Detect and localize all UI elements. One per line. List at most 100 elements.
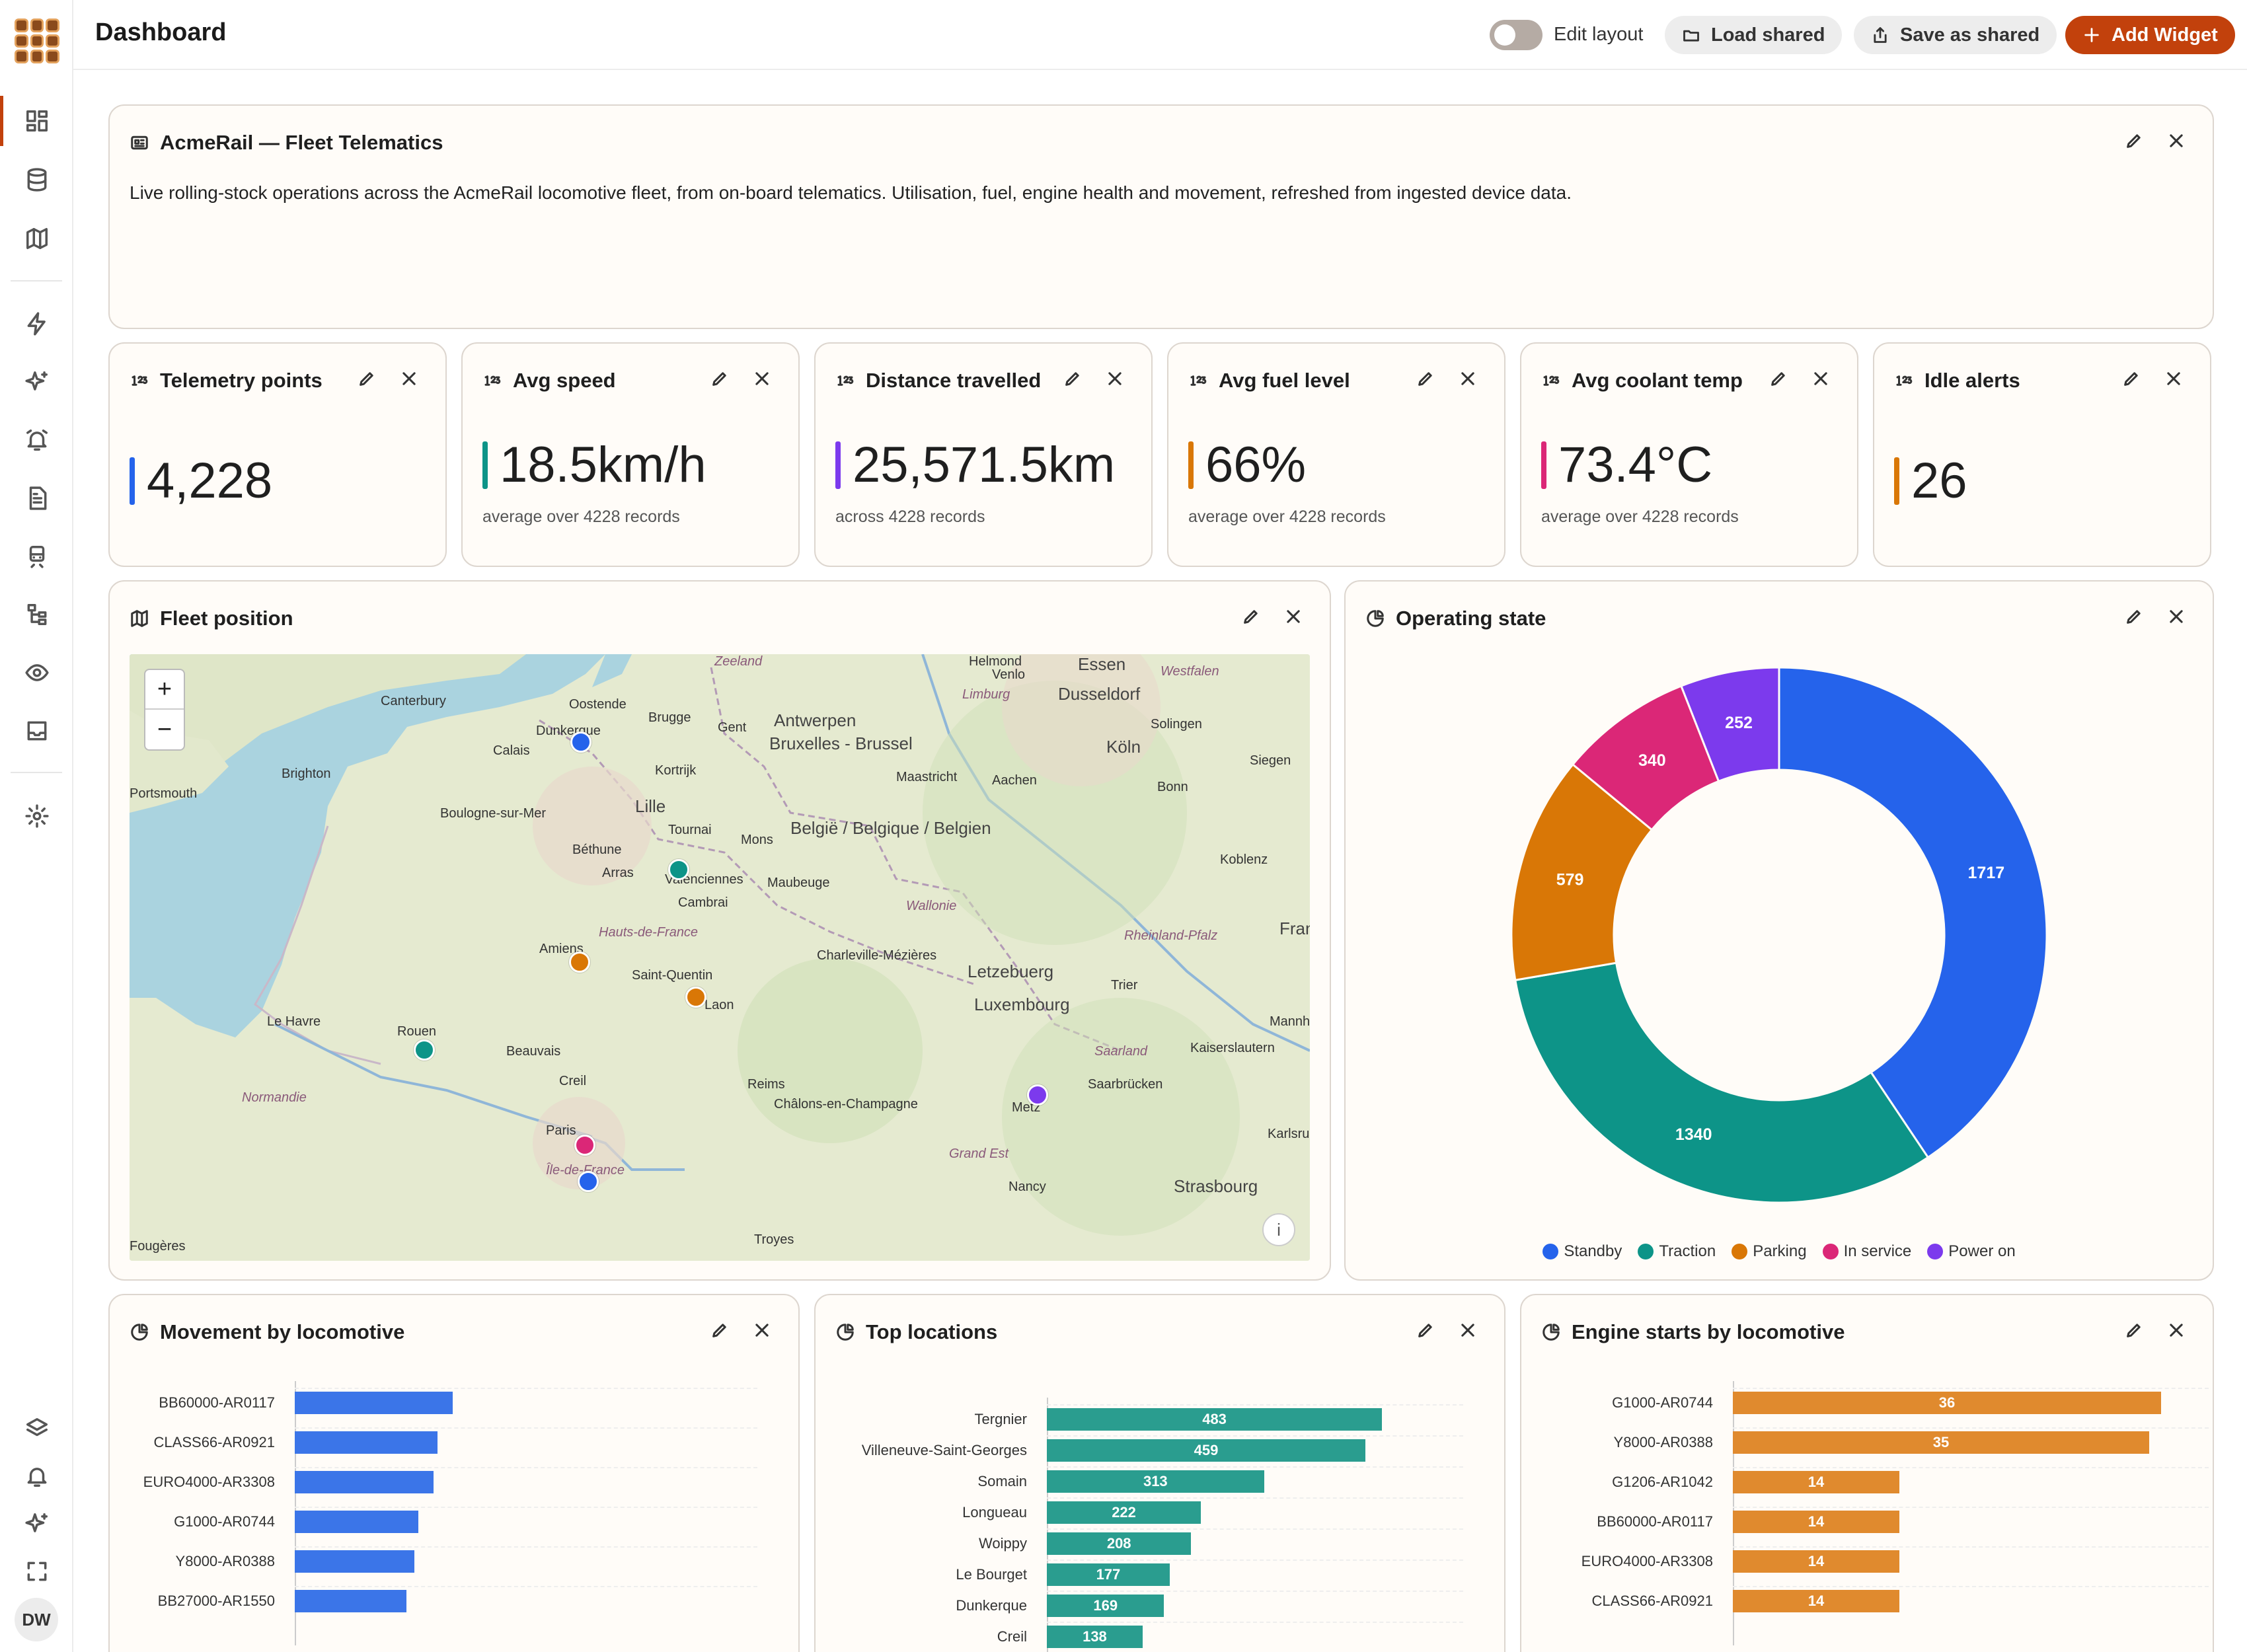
zoom-out-button[interactable]: − xyxy=(145,710,184,749)
edit-widget-button[interactable] xyxy=(2121,369,2141,389)
kpi-value-text: 18.5km/h xyxy=(500,437,706,493)
number-icon xyxy=(1896,375,1913,386)
legend-item[interactable]: Power on xyxy=(1927,1242,2016,1261)
train-icon[interactable] xyxy=(19,538,56,575)
kpi-value: 66% xyxy=(1188,436,1306,494)
locomotive-marker[interactable] xyxy=(414,1039,435,1061)
bar[interactable] xyxy=(295,1590,407,1612)
eye-icon[interactable] xyxy=(19,654,56,691)
hierarchy-icon[interactable] xyxy=(19,596,56,633)
edit-widget-button[interactable] xyxy=(2124,1320,2144,1340)
edit-widget-button[interactable] xyxy=(1416,1320,1435,1340)
edit-widget-button[interactable] xyxy=(1769,369,1788,389)
map-place-label: Calais xyxy=(493,743,530,758)
kpi-value-text: 25,571.5km xyxy=(853,437,1116,493)
add-widget-button[interactable]: Add Widget xyxy=(2065,16,2235,54)
locomotive-marker[interactable] xyxy=(668,859,689,880)
edit-layout-toggle[interactable] xyxy=(1490,20,1542,50)
remove-widget-button[interactable] xyxy=(1458,369,1478,389)
zoom-in-button[interactable]: + xyxy=(145,670,184,710)
remove-widget-button[interactable] xyxy=(1811,369,1831,389)
database-icon[interactable] xyxy=(19,161,56,198)
chart-gridline xyxy=(1733,1427,2209,1429)
edit-widget-button[interactable] xyxy=(1416,369,1435,389)
locomotive-marker[interactable] xyxy=(574,1135,595,1156)
edit-widget-button[interactable] xyxy=(710,1320,730,1340)
remove-widget-button[interactable] xyxy=(1283,607,1303,626)
bolt-icon[interactable] xyxy=(19,305,56,342)
remove-widget-button[interactable] xyxy=(2166,1320,2186,1340)
legend-item[interactable]: Parking xyxy=(1732,1242,1807,1261)
kpi-value-text: 26 xyxy=(1911,453,1967,509)
map-place-label: Oostende xyxy=(569,697,627,712)
chart-gridline xyxy=(1733,1546,2209,1548)
remove-widget-button[interactable] xyxy=(752,1320,772,1340)
widget-header: Avg coolant temp xyxy=(1541,369,1743,393)
pencil-icon xyxy=(1065,372,1079,386)
widget-title: Engine starts by locomotive xyxy=(1572,1320,1845,1343)
sparkles-icon[interactable] xyxy=(19,363,56,400)
map-place-label: Venlo xyxy=(992,667,1026,682)
donut-slice[interactable] xyxy=(1778,666,2048,1159)
locomotive-marker[interactable] xyxy=(569,952,590,973)
remove-widget-button[interactable] xyxy=(2166,131,2186,151)
fleet-map[interactable]: Canterbury Brighton Calais Dunkerque Oostend… xyxy=(130,654,1310,1261)
app-logo[interactable] xyxy=(15,19,59,63)
edit-widget-button[interactable] xyxy=(357,369,377,389)
bar-value-label: 14 xyxy=(1808,1513,1825,1530)
widget-actions xyxy=(710,369,772,389)
avatar[interactable]: DW xyxy=(15,1598,58,1641)
alarm-icon[interactable] xyxy=(19,422,56,459)
bar[interactable] xyxy=(295,1471,434,1493)
bar[interactable] xyxy=(295,1511,418,1533)
save-as-shared-button[interactable]: Save as shared xyxy=(1854,16,2057,54)
map-place-label: Grand Est xyxy=(949,1146,1009,1161)
map-place-label: Châlons-en-Champagne xyxy=(774,1097,918,1111)
edit-widget-button[interactable] xyxy=(710,369,730,389)
legend-item[interactable]: In service xyxy=(1822,1242,1911,1261)
widget-title: Top locations xyxy=(866,1320,998,1343)
map-place-label: Reims xyxy=(747,1077,785,1092)
legend-swatch xyxy=(1732,1244,1748,1259)
layers-icon[interactable] xyxy=(19,1410,56,1447)
bar-value-label: 138 xyxy=(1083,1628,1107,1645)
remove-widget-button[interactable] xyxy=(752,369,772,389)
map-place-label: Zeeland xyxy=(714,654,763,669)
operating-state-widget: Operating state 1717 1340 579 340 252 Standb… xyxy=(1344,580,2214,1281)
load-shared-button[interactable]: Load shared xyxy=(1665,16,1843,54)
bar[interactable] xyxy=(295,1431,438,1454)
sparkles-icon[interactable] xyxy=(19,1505,56,1542)
pencil-icon xyxy=(1244,610,1258,624)
document-icon[interactable] xyxy=(19,480,56,517)
zoom-control: + − xyxy=(144,669,185,751)
gear-icon[interactable] xyxy=(19,798,56,835)
remove-widget-button[interactable] xyxy=(399,369,419,389)
kpi-accent-bar xyxy=(1541,441,1546,489)
remove-widget-button[interactable] xyxy=(1105,369,1125,389)
locomotive-marker[interactable] xyxy=(578,1171,599,1192)
map-icon[interactable] xyxy=(19,220,56,257)
dashboard-icon[interactable] xyxy=(19,102,56,139)
edit-widget-button[interactable] xyxy=(2124,131,2144,151)
locomotive-marker[interactable] xyxy=(685,987,706,1008)
bell-icon[interactable] xyxy=(19,1458,56,1495)
bar[interactable] xyxy=(295,1392,453,1414)
kpi-value: 4,228 xyxy=(130,452,272,509)
locomotive-marker[interactable] xyxy=(570,732,591,753)
remove-widget-button[interactable] xyxy=(2164,369,2184,389)
donut-slice[interactable] xyxy=(1514,961,1930,1204)
remove-widget-button[interactable] xyxy=(1458,1320,1478,1340)
legend-item[interactable]: Traction xyxy=(1638,1242,1716,1261)
legend-swatch xyxy=(1822,1244,1839,1259)
edit-widget-button[interactable] xyxy=(1063,369,1083,389)
inbox-icon[interactable] xyxy=(19,712,56,749)
fullscreen-icon[interactable] xyxy=(19,1553,56,1590)
legend-item[interactable]: Standby xyxy=(1542,1242,1622,1261)
map-attribution-button[interactable]: i xyxy=(1262,1213,1295,1246)
map-place-label: Lille xyxy=(635,796,666,816)
edit-widget-button[interactable] xyxy=(1241,607,1261,626)
map-place-label: Hauts-de-France xyxy=(599,925,699,940)
bar[interactable] xyxy=(295,1550,414,1573)
locomotive-marker[interactable] xyxy=(1027,1084,1048,1106)
close-icon xyxy=(2170,134,2183,147)
